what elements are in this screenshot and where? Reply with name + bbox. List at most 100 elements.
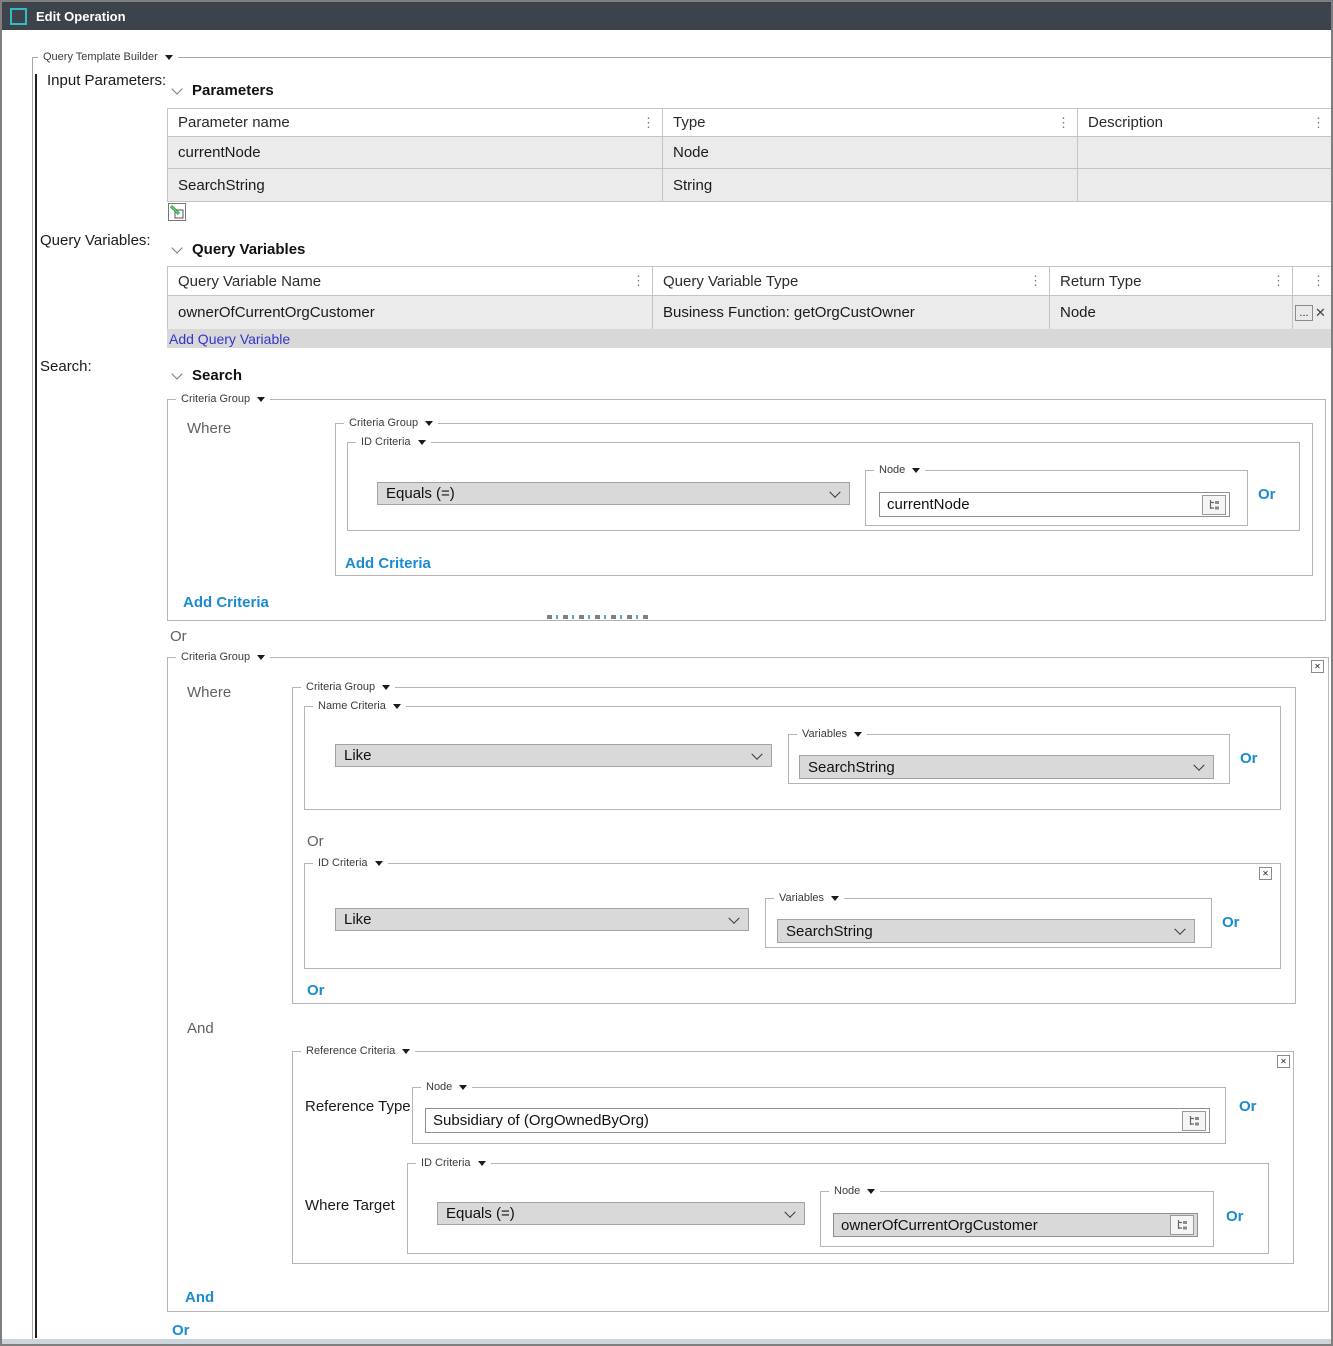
or-label: Or [307, 833, 324, 850]
node-picker-button[interactable] [1202, 495, 1226, 515]
operator-dropdown[interactable]: Like [335, 744, 772, 767]
legend-dropdown-icon[interactable] [382, 685, 390, 690]
parameters-section-header[interactable]: Parameters [173, 82, 274, 99]
column-menu-icon[interactable]: ⋮ [632, 273, 645, 289]
criteria-group-legend: Criteria Group [306, 680, 375, 694]
operator-dropdown[interactable]: Like [335, 908, 749, 931]
tree-icon [1175, 1218, 1189, 1232]
qv-col-actions[interactable]: ⋮ [1293, 267, 1332, 296]
or-link[interactable]: Or [1222, 914, 1240, 931]
node-picker-button[interactable] [1182, 1111, 1206, 1131]
or-link[interactable]: Or [1226, 1208, 1244, 1225]
node-legend: Node [834, 1184, 860, 1198]
legend-dropdown-icon[interactable] [831, 896, 839, 901]
reference-type-field[interactable]: Subsidiary of (OrgOwnedByOrg) [425, 1108, 1210, 1133]
parameter-name-cell[interactable]: SearchString [168, 169, 663, 201]
column-menu-icon[interactable]: ⋮ [1272, 273, 1285, 289]
query-variables-section-title: Query Variables [192, 241, 305, 258]
node-legend: Node [879, 463, 905, 477]
add-query-variable-link[interactable]: Add Query Variable [169, 331, 290, 347]
variables-legend: Variables [779, 891, 824, 905]
search-section-header[interactable]: Search [173, 367, 242, 384]
query-variables-table: Query Variable Name ⋮ Query Variable Typ… [167, 266, 1333, 330]
chevron-down-icon [1174, 924, 1185, 935]
parameter-name-cell[interactable]: currentNode [168, 137, 663, 169]
legend-dropdown-icon[interactable] [478, 1161, 486, 1166]
column-menu-icon[interactable]: ⋮ [1312, 115, 1325, 131]
delete-icon[interactable]: ✕ [1315, 306, 1326, 319]
variables-legend: Variables [802, 727, 847, 741]
collapse-chevron-icon[interactable] [171, 242, 182, 253]
parameters-col-type[interactable]: Type ⋮ [663, 109, 1078, 137]
legend-dropdown-icon[interactable] [402, 1049, 410, 1054]
tree-icon [1207, 498, 1221, 512]
collapse-chevron-icon[interactable] [171, 83, 182, 94]
column-menu-icon[interactable]: ⋮ [1312, 273, 1325, 289]
chevron-down-icon [784, 1206, 795, 1217]
qv-col-type[interactable]: Query Variable Type ⋮ [653, 267, 1050, 296]
legend-dropdown-icon[interactable] [257, 397, 265, 402]
parameter-description-cell[interactable] [1078, 137, 1332, 169]
close-icon[interactable]: ✕ [1311, 660, 1324, 673]
close-icon[interactable]: ✕ [1277, 1055, 1290, 1068]
parameter-description-cell[interactable] [1078, 169, 1332, 201]
collapse-chevron-icon[interactable] [171, 368, 182, 379]
legend-dropdown-icon[interactable] [375, 861, 383, 866]
or-link[interactable]: Or [307, 982, 325, 999]
criteria-group-legend: Criteria Group [181, 650, 250, 664]
reference-criteria-legend: Reference Criteria [306, 1044, 395, 1058]
qv-name-cell[interactable]: ownerOfCurrentOrgCustomer [168, 296, 653, 329]
close-icon[interactable]: ✕ [1259, 867, 1272, 880]
new-row-pencil-icon [170, 205, 184, 219]
qv-col-return-type[interactable]: Return Type ⋮ [1050, 267, 1293, 296]
legend-dropdown-icon[interactable] [257, 655, 265, 660]
add-row-button[interactable] [168, 203, 186, 221]
column-menu-icon[interactable]: ⋮ [1029, 273, 1042, 289]
parameters-col-name[interactable]: Parameter name ⋮ [168, 109, 663, 137]
operator-dropdown[interactable]: Equals (=) [377, 482, 850, 505]
legend-dropdown-icon[interactable] [867, 1189, 875, 1194]
variable-dropdown[interactable]: SearchString [777, 919, 1195, 943]
criteria-group-legend: Criteria Group [349, 416, 418, 430]
add-criteria-link[interactable]: Add Criteria [345, 555, 431, 572]
and-link[interactable]: And [185, 1289, 214, 1306]
add-criteria-link[interactable]: Add Criteria [183, 594, 269, 611]
id-criteria-legend: ID Criteria [318, 856, 368, 870]
app-icon [10, 8, 27, 25]
or-link[interactable]: Or [1240, 750, 1258, 767]
where-target-label: Where Target [305, 1197, 395, 1214]
title-bar: Edit Operation [2, 2, 1331, 30]
query-variables-section-header[interactable]: Query Variables [173, 241, 305, 258]
qv-return-type-cell[interactable]: Node [1050, 296, 1293, 329]
search-label: Search: [40, 358, 92, 375]
input-parameters-label: Input Parameters: [47, 72, 166, 89]
operator-dropdown[interactable]: Equals (=) [437, 1202, 805, 1225]
parameter-type-cell[interactable]: Node [663, 137, 1078, 169]
or-link[interactable]: Or [1239, 1098, 1257, 1115]
node-value-field[interactable]: ownerOfCurrentOrgCustomer [833, 1213, 1198, 1237]
legend-dropdown-icon[interactable] [165, 55, 173, 60]
qv-type-cell[interactable]: Business Function: getOrgCustOwner [653, 296, 1050, 329]
legend-dropdown-icon[interactable] [854, 732, 862, 737]
parameters-col-description[interactable]: Description ⋮ [1078, 109, 1332, 137]
qv-col-name[interactable]: Query Variable Name ⋮ [168, 267, 653, 296]
legend-dropdown-icon[interactable] [393, 704, 401, 709]
reference-type-label: Reference Type [305, 1098, 411, 1115]
variable-dropdown[interactable]: SearchString [799, 755, 1214, 779]
column-menu-icon[interactable]: ⋮ [642, 115, 655, 131]
id-criteria-legend: ID Criteria [361, 435, 411, 449]
column-menu-icon[interactable]: ⋮ [1057, 115, 1070, 131]
parameter-type-cell[interactable]: String [663, 169, 1078, 201]
or-link[interactable]: Or [1258, 486, 1276, 503]
node-picker-button[interactable] [1170, 1215, 1194, 1235]
node-value-field[interactable]: currentNode [879, 492, 1230, 517]
legend-dropdown-icon[interactable] [425, 421, 433, 426]
legend-dropdown-icon[interactable] [459, 1085, 467, 1090]
legend-dropdown-icon[interactable] [912, 468, 920, 473]
or-link[interactable]: Or [172, 1322, 190, 1339]
legend-dropdown-icon[interactable] [418, 440, 426, 445]
panel-left-border [35, 74, 37, 1338]
browse-button[interactable]: ... [1295, 305, 1313, 321]
window-title: Edit Operation [36, 9, 126, 24]
search-section-title: Search [192, 367, 242, 384]
